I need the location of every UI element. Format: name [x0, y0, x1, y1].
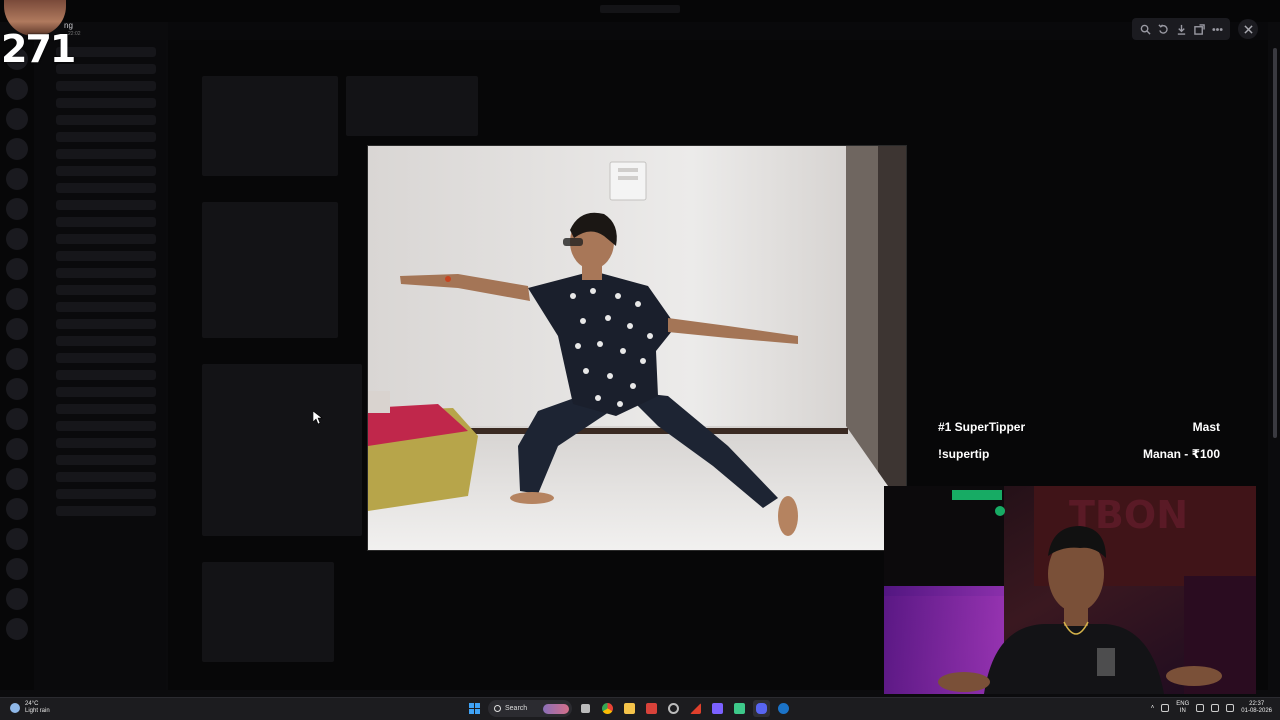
download-icon[interactable] — [1172, 20, 1190, 38]
settings-icon[interactable] — [665, 700, 682, 717]
battery-icon[interactable] — [1226, 704, 1235, 712]
arrow-app-icon[interactable] — [687, 700, 704, 717]
taskbar-search-label: Search — [505, 705, 528, 712]
search-highlight-icon — [543, 703, 569, 714]
more-icon[interactable] — [1208, 20, 1226, 38]
viewer-image[interactable] — [367, 145, 907, 551]
steam-icon[interactable] — [775, 700, 792, 717]
language-code: ENG — [1176, 701, 1190, 707]
viewer-count: 271 — [1, 27, 76, 71]
chevron-up-icon[interactable]: ˄ — [1151, 705, 1155, 711]
language-indicator[interactable]: ENG IN — [1176, 701, 1189, 715]
media-app-icon[interactable] — [643, 700, 660, 717]
super-tip-latest: Manan - ₹100 — [1142, 446, 1220, 461]
chrome-icon[interactable] — [599, 700, 616, 717]
weather-temp: 24°C — [25, 701, 39, 707]
close-icon[interactable] — [1238, 19, 1258, 39]
clock-time: 22:37 — [1249, 701, 1265, 707]
weather-condition: Light rain — [25, 708, 50, 714]
language-region: IN — [1179, 708, 1186, 714]
taskbar-search[interactable]: Search — [488, 700, 572, 717]
weather-widget[interactable]: 24°C Light rain — [10, 701, 50, 715]
zoom-icon[interactable] — [1136, 20, 1154, 38]
green-app-icon[interactable] — [731, 700, 748, 717]
channel-list — [34, 40, 166, 690]
clock[interactable]: 22:37 01-08-2026 — [1241, 701, 1272, 715]
volume-icon[interactable] — [1211, 704, 1220, 712]
mic-icon[interactable] — [1161, 704, 1170, 712]
grid-app-icon[interactable] — [709, 700, 726, 717]
rotate-icon[interactable] — [1154, 20, 1172, 38]
window-titlebar — [0, 0, 1280, 22]
open-external-icon[interactable] — [1190, 20, 1208, 38]
system-tray: ˄ ENG IN 22:37 01-08-2026 — [1151, 701, 1272, 715]
cloud-rain-icon — [10, 703, 20, 713]
scrollbar[interactable] — [1273, 48, 1277, 438]
mouse-cursor-icon — [313, 411, 323, 425]
task-view-icon[interactable] — [577, 700, 594, 717]
super-tipper-rank-value: Mast — [1192, 419, 1220, 434]
windows-start-icon[interactable] — [466, 700, 483, 717]
streamer-subtext: 22:02 — [68, 31, 81, 37]
folder-icon[interactable] — [621, 700, 638, 717]
taskbar-apps: Search — [466, 700, 792, 717]
server-list — [0, 40, 34, 690]
taskbar: 24°C Light rain Search ˄ ENG IN 22:37 01… — [0, 697, 1280, 720]
clock-date: 01-08-2026 — [1241, 708, 1272, 714]
webcam-overlay: TBON — [884, 486, 1256, 694]
streamer-name: ng — [64, 21, 73, 30]
discord-icon[interactable] — [753, 700, 770, 717]
streamer-badge: 271 ng 22:02 — [0, 0, 81, 71]
super-tipper-overlay: #1 SuperTipper Mast !supertip Manan - ₹1… — [938, 413, 1220, 467]
super-tipper-rank-label: #1 SuperTipper — [938, 419, 1026, 434]
image-viewer-toolbar — [1132, 18, 1258, 40]
search-icon — [494, 705, 501, 712]
super-tip-command: !supertip — [938, 446, 990, 461]
network-icon[interactable] — [1196, 704, 1205, 712]
